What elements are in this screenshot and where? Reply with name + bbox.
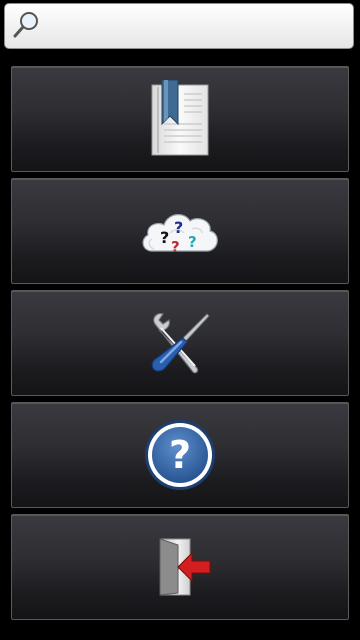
svg-text:?: ? [188, 233, 197, 251]
search-input[interactable] [45, 12, 349, 42]
svg-text:?: ? [174, 218, 183, 237]
bookmarks-button[interactable] [11, 66, 349, 172]
help-button[interactable]: ? [11, 402, 349, 508]
exit-button[interactable]: x [11, 514, 349, 620]
search-bar[interactable] [4, 3, 354, 49]
tools-icon [151, 313, 210, 374]
settings-button[interactable] [11, 290, 349, 396]
question-cloud-icon: ? ? ? ? [142, 214, 218, 256]
svg-text:?: ? [160, 228, 169, 247]
app-screen: ? ? ? ? ? [0, 0, 360, 640]
search-icon [13, 12, 38, 38]
random-question-button[interactable]: ? ? ? ? [11, 178, 349, 284]
svg-text:?: ? [171, 238, 180, 256]
help-icon: ? [145, 420, 215, 490]
exit-door-icon: x [159, 538, 211, 596]
svg-text:?: ? [169, 433, 191, 477]
bookmark-book-icon [151, 80, 209, 156]
